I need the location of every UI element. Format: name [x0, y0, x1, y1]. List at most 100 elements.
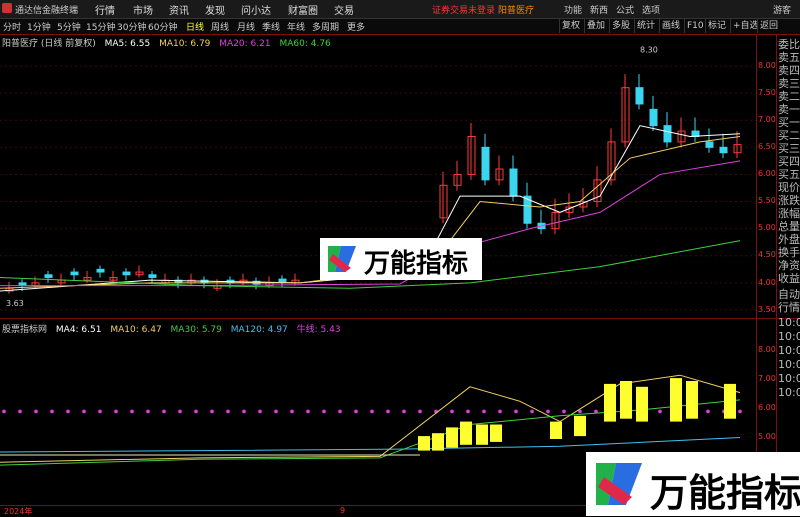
y-tick: 8.00	[758, 345, 776, 354]
add-watchlist-button[interactable]: +自选	[730, 19, 761, 33]
candle-body	[278, 278, 287, 283]
indicator-bar	[460, 421, 472, 445]
tab-5min[interactable]: 5分钟	[57, 20, 81, 33]
candle-body	[44, 274, 53, 278]
candle-body	[122, 271, 131, 276]
statistics-button[interactable]: 统计	[634, 19, 657, 33]
watermark-text: 万能指标	[650, 471, 800, 515]
tab-15min[interactable]: 15分钟	[86, 20, 115, 33]
candle-body	[719, 146, 728, 154]
bull-dot	[194, 409, 198, 414]
bull-dot	[162, 409, 166, 414]
panel-label: 10:0	[778, 372, 800, 385]
bull-dot	[290, 409, 294, 414]
tab-monthly[interactable]: 月线	[237, 20, 255, 33]
bull-dot	[2, 409, 6, 414]
watermark-text: 万能指标	[364, 249, 469, 279]
panel-label: 买五	[778, 168, 800, 181]
indicator-bar	[476, 424, 488, 445]
bull-dot	[498, 409, 502, 414]
bull-dot	[530, 409, 534, 414]
panel-label: 净资	[778, 259, 800, 272]
indicator-bar	[686, 381, 698, 419]
panel-divider	[0, 318, 800, 319]
back-button[interactable]: 返回	[757, 19, 780, 33]
bull-dot	[50, 409, 54, 414]
restore-rights-button[interactable]: 复权	[559, 19, 582, 33]
bull-dot	[386, 409, 390, 414]
menu-market-quotes[interactable]: 行情	[95, 2, 115, 17]
panel-label[interactable]: 自动	[778, 288, 800, 301]
candle-body	[70, 271, 79, 276]
menu-new-west[interactable]: 新西	[590, 3, 608, 16]
panel-label: 买一	[778, 116, 800, 129]
menu-assistant[interactable]: 问小达	[241, 2, 271, 17]
bull-dot	[82, 409, 86, 414]
multi-stock-button[interactable]: 多股	[609, 19, 632, 33]
panel-label: 换手	[778, 246, 800, 259]
y-tick: 4.00	[758, 278, 776, 287]
indicator-bar	[670, 378, 682, 422]
tab-30min[interactable]: 30分钟	[117, 20, 146, 33]
guest-user[interactable]: 游客	[773, 3, 791, 16]
bull-dot	[210, 409, 214, 414]
tab-yearly[interactable]: 年线	[287, 20, 305, 33]
overlay-button[interactable]: 叠加	[584, 19, 607, 33]
bull-dot	[706, 409, 710, 414]
draw-line-button[interactable]: 画线	[659, 19, 682, 33]
app-title: 通达信金融终端	[15, 6, 79, 16]
menu-discover[interactable]: 发现	[205, 2, 225, 17]
menu-formula[interactable]: 公式	[616, 3, 634, 16]
tab-quarterly[interactable]: 季线	[262, 20, 280, 33]
mark-button[interactable]: 标记	[705, 19, 728, 33]
panel-label: 卖三	[778, 77, 800, 90]
f10-button[interactable]: F10	[684, 19, 706, 33]
indicator-bar	[604, 383, 616, 422]
login-warning[interactable]: 证券交易未登录	[432, 3, 495, 16]
watermark-logo: 万能指标	[320, 238, 482, 280]
bull-dot	[178, 409, 182, 414]
panel-label: 总量	[778, 220, 800, 233]
bull-dot	[114, 409, 118, 414]
panel-label: 收益	[778, 272, 800, 285]
bull-dot	[402, 409, 406, 414]
bull-dot	[226, 409, 230, 414]
menu-wealth-circle[interactable]: 财富圈	[288, 2, 318, 17]
candle-body	[96, 268, 105, 273]
candle-body	[148, 274, 157, 278]
tab-more[interactable]: 更多	[347, 20, 365, 33]
tab-weekly[interactable]: 周线	[211, 20, 229, 33]
indicator-bar	[432, 433, 444, 451]
candle-body	[649, 108, 658, 127]
menu-functions[interactable]: 功能	[564, 3, 582, 16]
bull-dot	[658, 409, 662, 414]
tab-intraday[interactable]: 分时	[3, 20, 21, 33]
app-logo-icon	[2, 3, 12, 13]
y-tick: 7.00	[758, 374, 776, 383]
menu-news[interactable]: 资讯	[169, 2, 189, 17]
candle-body	[705, 141, 714, 148]
bull-dot	[18, 409, 22, 414]
panel-label[interactable]: 行情	[778, 301, 800, 314]
bull-dot	[482, 409, 486, 414]
menu-options[interactable]: 选项	[642, 3, 660, 16]
menu-trade[interactable]: 交易	[334, 2, 354, 17]
y-tick: 8.00	[758, 61, 776, 70]
menu-bar: 通达信金融终端 行情 市场 资讯 发现 问小达 财富圈 交易 证券交易未登录 阳…	[0, 0, 800, 19]
bull-dot	[738, 409, 742, 414]
bull-dot	[370, 409, 374, 414]
tab-daily[interactable]: 日线	[186, 20, 204, 33]
menu-market[interactable]: 市场	[133, 2, 153, 17]
panel-label: 买四	[778, 155, 800, 168]
panel-label: 外盘	[778, 233, 800, 246]
bull-dot	[354, 409, 358, 414]
panel-label: 涨跌	[778, 194, 800, 207]
tab-multi-period[interactable]: 多周期	[312, 20, 339, 33]
y-tick: 5.00	[758, 432, 776, 441]
y-tick: 4.50	[758, 250, 776, 259]
tab-1min[interactable]: 1分钟	[27, 20, 51, 33]
month-label: 9	[340, 506, 346, 515]
tab-60min[interactable]: 60分钟	[148, 20, 177, 33]
panel-label: 买二	[778, 129, 800, 142]
panel-label: 委比	[778, 38, 800, 51]
